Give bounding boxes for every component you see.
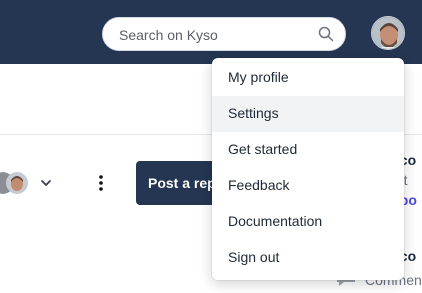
search-icon[interactable] — [318, 26, 334, 42]
kebab-menu-icon[interactable] — [95, 174, 107, 192]
menu-item-my-profile[interactable]: My profile — [212, 60, 404, 96]
menu-item-settings[interactable]: Settings — [212, 96, 404, 132]
avatar — [6, 172, 28, 194]
chevron-down-icon[interactable] — [39, 176, 53, 190]
search-box[interactable] — [102, 17, 346, 51]
menu-item-feedback[interactable]: Feedback — [212, 168, 404, 204]
user-avatar[interactable] — [371, 16, 405, 50]
menu-item-sign-out[interactable]: Sign out — [212, 240, 404, 276]
menu-item-get-started[interactable]: Get started — [212, 132, 404, 168]
user-dropdown-menu: My profile Settings Get started Feedback… — [212, 58, 404, 280]
menu-item-documentation[interactable]: Documentation — [212, 204, 404, 240]
search-input[interactable] — [119, 26, 309, 44]
navbar — [0, 0, 422, 64]
